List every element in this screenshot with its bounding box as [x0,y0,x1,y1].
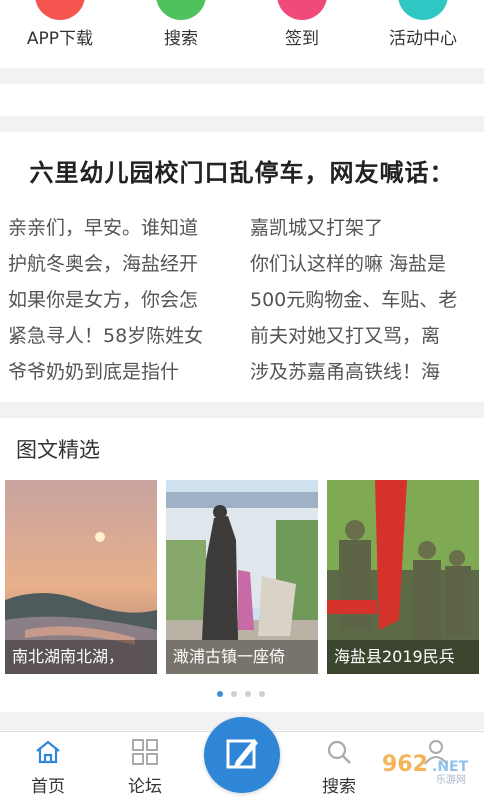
compose-icon [226,739,258,769]
download-icon [35,0,85,20]
watermark-graphic: 962 .NET 乐游网 [382,752,469,786]
news-item[interactable]: 护航冬奥会，海盐经开 [8,246,226,282]
news-item[interactable]: 如果你是女方，你会怎 [8,282,226,318]
news-item[interactable]: 前夫对她又打又骂，离 [250,318,478,354]
quick-link-app-download[interactable]: APP下载 [0,0,120,66]
compose-button[interactable] [204,717,280,793]
svg-text:962: 962 [382,752,428,777]
quick-link-label: APP下载 [26,29,94,49]
card-caption: 海盐县2019民兵 [327,640,479,674]
section-divider [0,68,484,84]
quick-links-bar: APP下载 搜索 签到 活动中心 [0,0,484,66]
tab-home[interactable]: 首页 [0,732,96,801]
news-item[interactable]: 涉及苏嘉甬高铁线！海 [250,354,478,390]
card-caption: 澉浦古镇一座倚 [166,640,318,674]
news-list-right: 嘉凯城又打架了 你们认这样的嘛 海盐是 500元购物金、车贴、老 前夫对她又打又… [250,210,478,390]
svg-text:乐游网: 乐游网 [436,773,466,785]
quick-link-label: 搜索 [164,29,198,49]
news-item[interactable]: 紧急寻人！58岁陈姓女 [8,318,226,354]
quick-link-label: 活动中心 [389,29,457,49]
quick-link-checkin[interactable]: 签到 [242,0,362,66]
activity-icon [398,0,448,20]
search-icon [327,740,351,764]
featured-card-ganpu[interactable]: 澉浦古镇一座倚 [166,480,318,674]
quick-link-activity-center[interactable]: 活动中心 [363,0,483,66]
tab-label: 论坛 [128,777,162,797]
featured-card-lake[interactable]: 南北湖南北湖， [5,480,157,674]
quick-link-label: 签到 [285,29,319,49]
featured-section-title: 图文精选 [16,438,100,462]
news-item[interactable]: 爷爷奶奶到底是指什 [8,354,226,390]
headline[interactable]: 六里幼儿园校门口乱停车，网友喊话： [0,150,484,196]
checkin-icon [277,0,327,20]
featured-card-militia[interactable]: 海盐县2019民兵 [327,480,479,674]
carousel-dot[interactable] [231,691,237,697]
watermark-logo: 962 .NET 乐游网 [380,745,480,786]
news-item[interactable]: 嘉凯城又打架了 [250,210,478,246]
section-divider [0,116,484,132]
section-divider [0,402,484,418]
tab-label: 搜索 [322,777,356,797]
tab-label: 首页 [31,777,65,797]
tab-forum[interactable]: 论坛 [97,732,193,801]
carousel-dot[interactable] [259,691,265,697]
news-item[interactable]: 你们认这样的嘛 海盐是 [250,246,478,282]
home-icon [36,740,60,764]
carousel-dot-active[interactable] [217,691,223,697]
news-item[interactable]: 500元购物金、车贴、老 [250,282,478,318]
search-check-icon [156,0,206,20]
carousel-dot[interactable] [245,691,251,697]
carousel-indicator [217,691,277,699]
tab-search[interactable]: 搜索 [291,732,387,801]
svg-text:.NET: .NET [432,759,469,775]
grid-icon [132,739,158,765]
card-caption: 南北湖南北湖， [5,640,157,674]
quick-link-search[interactable]: 搜索 [121,0,241,66]
news-list-left: 亲亲们，早安。谁知道 护航冬奥会，海盐经开 如果你是女方，你会怎 紧急寻人！58… [8,210,226,390]
news-item[interactable]: 亲亲们，早安。谁知道 [8,210,226,246]
